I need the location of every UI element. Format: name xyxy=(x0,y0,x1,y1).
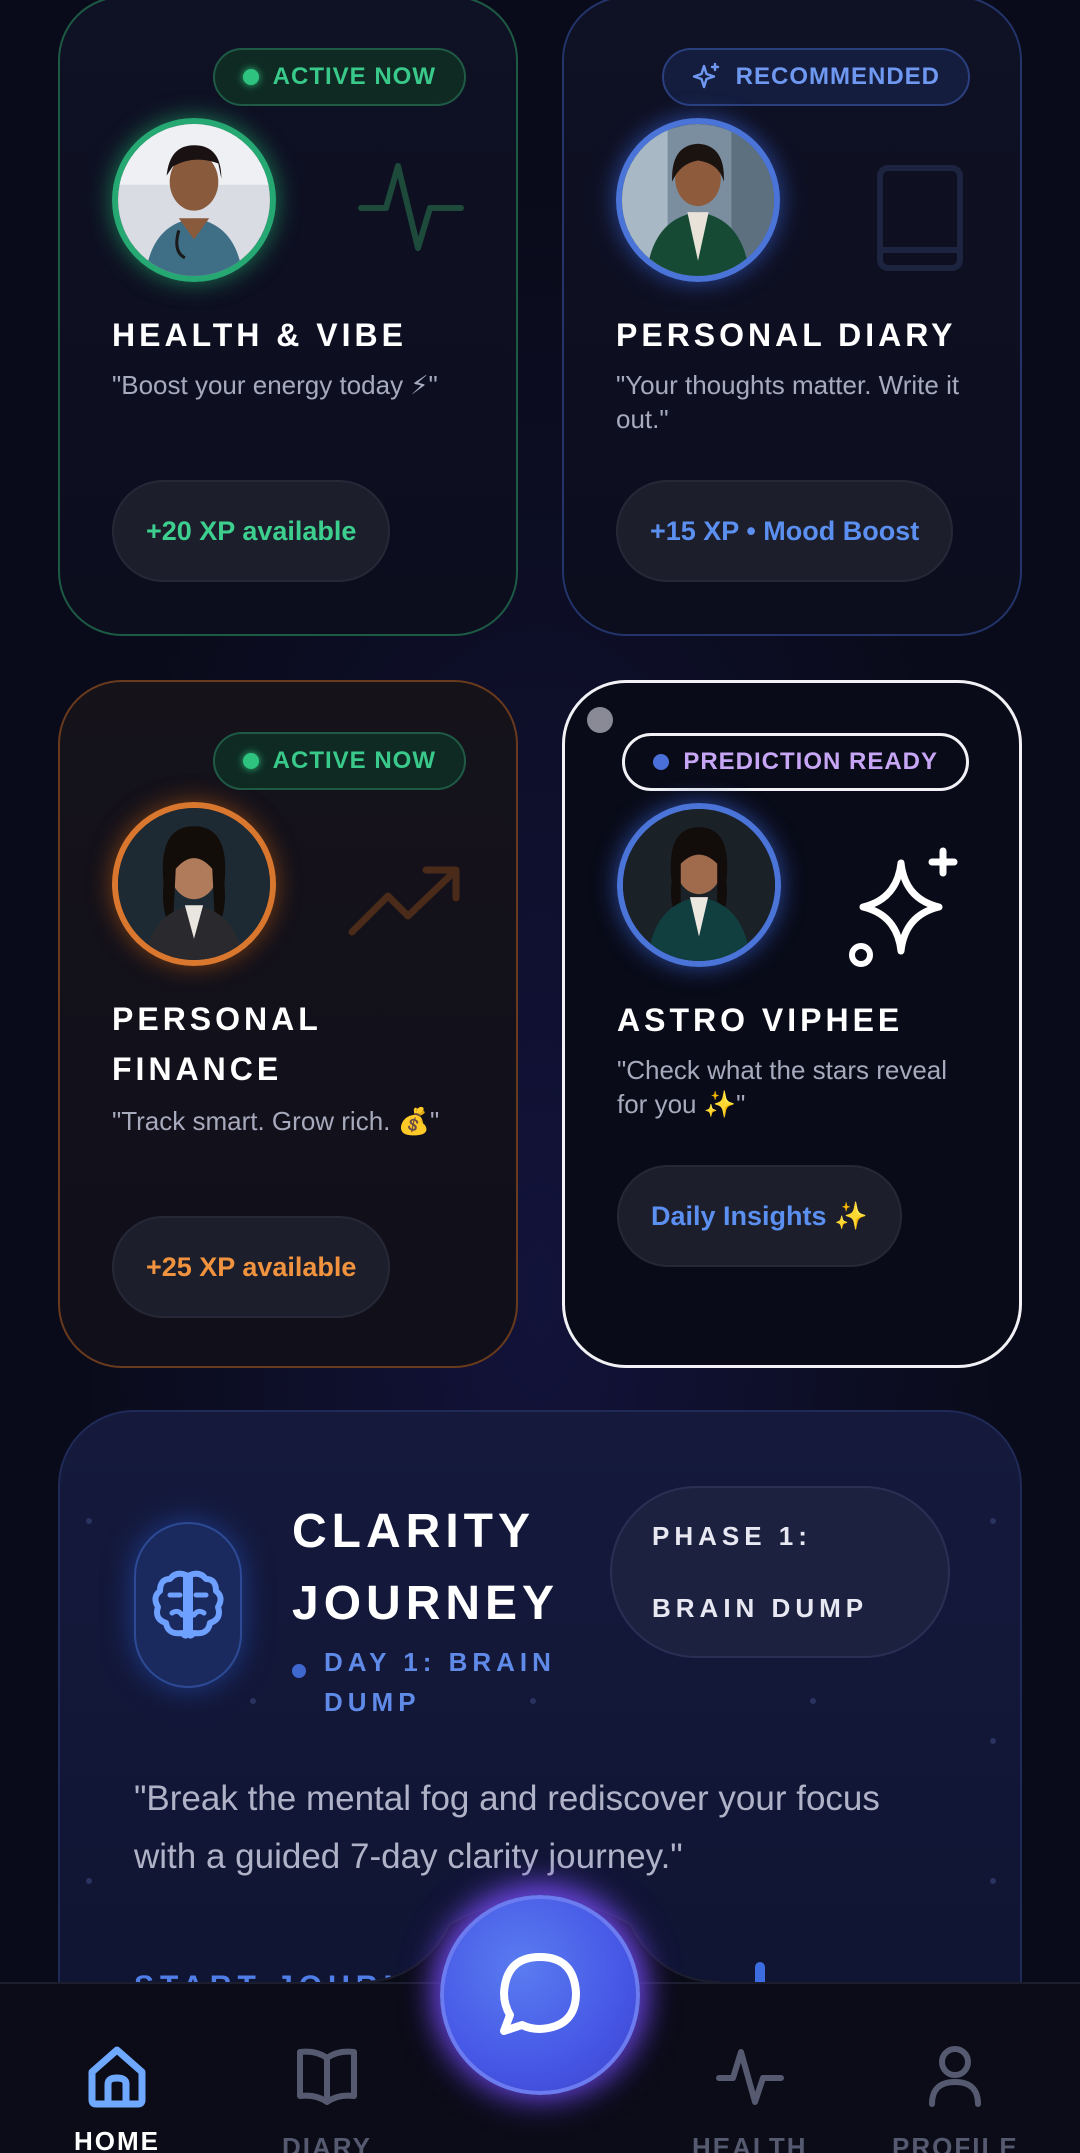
decor-dot xyxy=(250,1698,256,1704)
doctor-avatar xyxy=(112,118,276,282)
personal-diary-card[interactable]: RECOMMENDED PERSONAL DIARY "Your thought… xyxy=(562,0,1022,636)
day-label: DAY 1: BRAIN DUMP xyxy=(324,1647,556,1717)
nav-home[interactable]: HOME xyxy=(74,2040,160,2153)
trending-up-icon xyxy=(348,866,460,936)
card-corner-dot xyxy=(587,707,613,733)
xp-pill[interactable]: +20 XP available xyxy=(112,480,391,582)
brain-icon xyxy=(152,1570,224,1639)
status-dot xyxy=(242,69,259,85)
badge-label: RECOMMENDED xyxy=(735,63,940,90)
decor-dot xyxy=(810,1698,816,1704)
phase-pill: PHASE 1: BRAIN DUMP xyxy=(610,1486,950,1658)
active-now-badge: ACTIVE NOW xyxy=(212,48,466,106)
active-now-badge: ACTIVE NOW xyxy=(212,732,466,790)
decor-dot xyxy=(86,1518,92,1524)
nav-profile[interactable]: PROFILE xyxy=(892,2040,1019,2153)
nav-diary[interactable]: DIARY xyxy=(282,2040,372,2153)
health-vibe-card[interactable]: ACTIVE NOW HEALTH & VIBE "Boost your ene… xyxy=(58,0,518,636)
card-title: PERSONAL FINANCE xyxy=(112,1001,322,1087)
activity-icon xyxy=(715,2049,784,2105)
decor-dot xyxy=(990,1738,996,1744)
day-row: DAY 1: BRAIN DUMP xyxy=(292,1642,564,1722)
nav-label: PROFILE xyxy=(892,2132,1019,2153)
phase-label: PHASE 1: BRAIN DUMP xyxy=(652,1521,869,1623)
diarist-avatar xyxy=(616,118,780,282)
prediction-ready-badge: PREDICTION READY xyxy=(622,733,969,791)
sparkles-icon xyxy=(692,62,719,89)
nav-label: DIARY xyxy=(282,2132,372,2153)
xp-pill[interactable]: +15 XP • Mood Boost xyxy=(616,480,954,582)
card-quote: "Your thoughts matter. Write it out." xyxy=(616,370,960,434)
astro-viphee-card[interactable]: PREDICTION READY ASTRO VIPHEE "Check wha… xyxy=(562,680,1022,1368)
open-book-icon xyxy=(296,2048,357,2105)
badge-label: ACTIVE NOW xyxy=(272,747,436,774)
pulse-icon xyxy=(358,163,464,251)
nav-label: HOME xyxy=(74,2126,160,2153)
clarity-title: CLARITY JOURNEY xyxy=(292,1505,560,1630)
day-dot xyxy=(292,1664,306,1678)
card-title: PERSONAL DIARY xyxy=(616,317,957,353)
clarity-quote: "Break the mental fog and rediscover you… xyxy=(134,1779,880,1876)
nav-label: HEALTH xyxy=(692,2132,808,2153)
decor-dot xyxy=(990,1518,996,1524)
status-dot xyxy=(242,753,259,769)
nav-health[interactable]: HEALTH xyxy=(692,2040,808,2153)
badge-label: ACTIVE NOW xyxy=(272,63,436,90)
badge-label: PREDICTION READY xyxy=(683,748,938,775)
brain-icon-tile xyxy=(134,1522,242,1688)
card-quote: "Track smart. Grow rich. 💰" xyxy=(112,1106,440,1136)
user-icon xyxy=(929,2046,982,2107)
card-title: ASTRO VIPHEE xyxy=(617,1002,904,1038)
card-quote: "Boost your energy today ⚡" xyxy=(112,370,438,400)
finance-avatar xyxy=(112,802,276,966)
chat-bubble-icon xyxy=(500,1953,580,2035)
sparkle-icon xyxy=(849,847,958,967)
astro-avatar xyxy=(617,803,781,967)
personal-finance-card[interactable]: ACTIVE NOW PERSONAL FINANCE "Track smart… xyxy=(58,680,518,1368)
card-quote: "Check what the stars reveal for you ✨" xyxy=(617,1055,948,1119)
card-title: HEALTH & VIBE xyxy=(112,317,407,353)
daily-insights-pill[interactable]: Daily Insights ✨ xyxy=(617,1165,902,1267)
recommended-badge: RECOMMENDED xyxy=(661,48,970,106)
book-icon xyxy=(877,165,963,271)
status-dot xyxy=(653,754,670,770)
xp-pill[interactable]: +25 XP available xyxy=(112,1216,391,1318)
chat-fab-button[interactable] xyxy=(440,1895,640,2095)
home-icon xyxy=(88,2046,146,2108)
